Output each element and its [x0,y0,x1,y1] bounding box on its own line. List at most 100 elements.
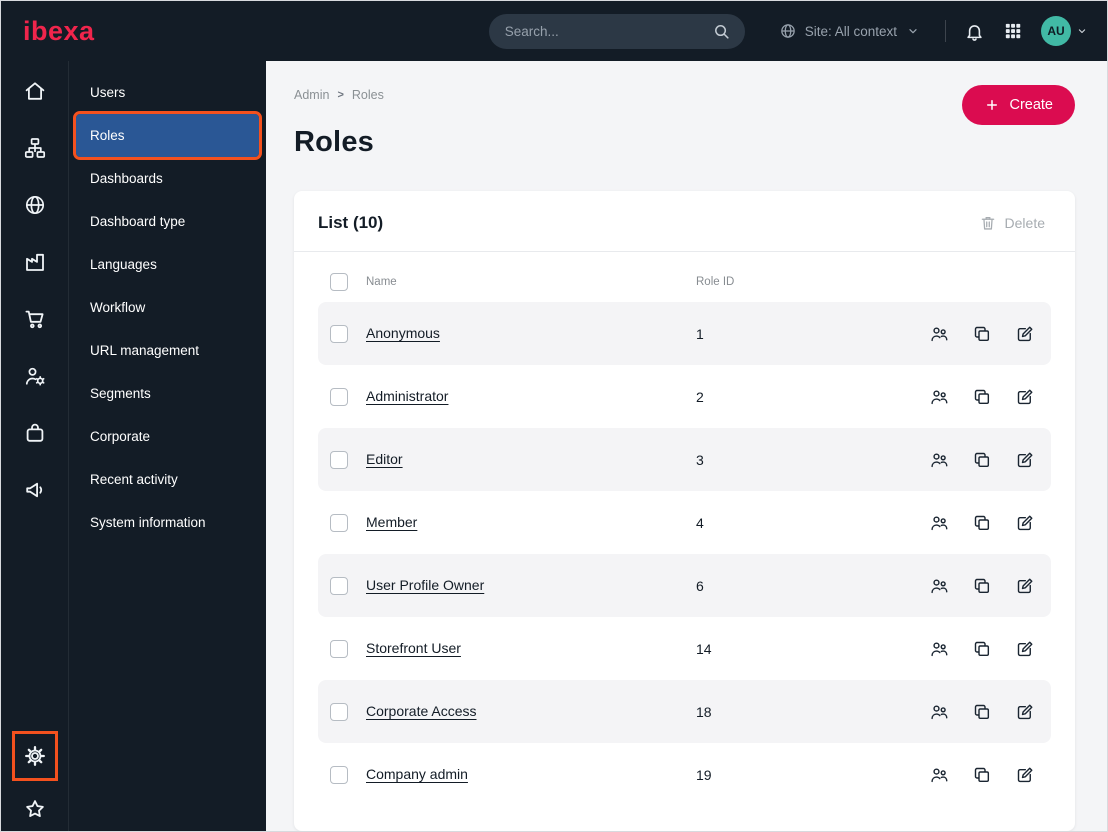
edit-button[interactable] [1015,765,1035,785]
breadcrumb-item-admin[interactable]: Admin [294,88,329,102]
page-header: Admin > Roles Roles Create [294,85,1075,159]
page-title: Roles [294,126,374,158]
nav-site-button[interactable] [23,193,47,217]
sidebar-item-system-information[interactable]: System information [76,501,259,544]
role-id-cell: 1 [696,325,704,342]
sidebar-item-corporate[interactable]: Corporate [76,415,259,458]
home-icon [23,79,47,103]
app-switcher-button[interactable] [1003,21,1023,41]
edit-button[interactable] [1015,324,1035,344]
table-row: Corporate Access 18 [318,680,1051,743]
nav-content-button[interactable] [23,136,47,160]
globe-icon [779,22,797,40]
breadcrumb-item-roles: Roles [351,88,384,102]
copy-button[interactable] [972,450,992,470]
role-name-link[interactable]: Corporate Access [366,703,477,719]
sidebar-item-languages[interactable]: Languages [76,243,259,286]
column-header-name: Name [366,276,397,288]
nav-product-catalog-button[interactable] [23,421,47,445]
role-name-link[interactable]: Anonymous [366,325,440,341]
copy-button[interactable] [972,765,992,785]
sidebar-item-users[interactable]: Users [76,71,259,114]
row-checkbox[interactable] [330,639,348,658]
create-button[interactable]: Create [962,85,1075,125]
sidebar-item-segments[interactable]: Segments [76,372,259,415]
ibexa-logo[interactable]: ibexa [23,17,95,45]
edit-button[interactable] [1015,450,1035,470]
role-name-link[interactable]: Administrator [366,388,448,404]
user-menu-button[interactable]: AU [1041,16,1089,46]
search-input[interactable] [502,22,704,40]
copy-button[interactable] [972,702,992,722]
edit-button[interactable] [1015,576,1035,596]
copy-icon [972,576,992,596]
assign-button[interactable] [929,576,949,596]
column-header-role-id: Role ID [696,276,735,288]
sidebar-item-workflow[interactable]: Workflow [76,286,259,329]
role-name-link[interactable]: User Profile Owner [366,577,484,593]
bookmarks-button[interactable] [23,797,47,821]
row-checkbox[interactable] [330,702,348,721]
sidebar-item-label: Users [90,85,126,100]
select-all-checkbox[interactable] [330,273,348,291]
copy-button[interactable] [972,387,992,407]
role-name-link[interactable]: Editor [366,451,403,467]
edit-icon [1015,324,1035,344]
row-checkbox[interactable] [330,324,348,343]
edit-button[interactable] [1015,513,1035,533]
copy-icon [972,765,992,785]
delete-button[interactable]: Delete [973,213,1051,233]
trash-icon [979,214,997,232]
avatar: AU [1041,16,1071,46]
row-checkbox[interactable] [330,513,348,532]
site-context-selector[interactable]: Site: All context [773,21,927,41]
assign-button[interactable] [929,639,949,659]
assign-button[interactable] [929,765,949,785]
assign-user-icon [929,702,949,722]
sidebar-item-roles[interactable]: Roles [73,111,262,160]
row-checkbox[interactable] [330,576,348,595]
copy-icon [972,513,992,533]
search-icon[interactable] [712,22,731,41]
admin-gear-person-icon [23,364,47,388]
assign-button[interactable] [929,450,949,470]
nav-dashboard-button[interactable] [23,79,47,103]
app-grid-icon [1003,21,1023,41]
gear-icon [23,743,47,769]
assign-user-icon [929,387,949,407]
edit-button[interactable] [1015,639,1035,659]
settings-button[interactable] [23,744,47,768]
sidebar-item-label: URL management [90,343,200,358]
notifications-button[interactable] [964,21,985,42]
role-name-link[interactable]: Storefront User [366,640,461,656]
nav-commerce-button[interactable] [23,307,47,331]
edit-button[interactable] [1015,387,1035,407]
edit-icon [1015,387,1035,407]
row-checkbox[interactable] [330,765,348,784]
sidebar-item-recent-activity[interactable]: Recent activity [76,458,259,501]
product-bag-icon [23,421,47,445]
nav-company-button[interactable] [23,250,47,274]
copy-button[interactable] [972,576,992,596]
nav-marketing-button[interactable] [23,478,47,502]
assign-button[interactable] [929,702,949,722]
role-name-link[interactable]: Member [366,514,417,530]
row-checkbox[interactable] [330,450,348,469]
plus-icon [984,97,1000,113]
sidebar-item-url-management[interactable]: URL management [76,329,259,372]
sidebar-item-dashboards[interactable]: Dashboards [76,157,259,200]
sidebar-item-label: Roles [90,128,125,143]
copy-button[interactable] [972,639,992,659]
assign-button[interactable] [929,513,949,533]
sidebar-item-dashboard-type[interactable]: Dashboard type [76,200,259,243]
copy-button[interactable] [972,513,992,533]
copy-button[interactable] [972,324,992,344]
edit-button[interactable] [1015,702,1035,722]
assign-button[interactable] [929,324,949,344]
assign-button[interactable] [929,387,949,407]
row-checkbox[interactable] [330,387,348,406]
table-row: Anonymous 1 [318,302,1051,365]
role-name-link[interactable]: Company admin [366,766,468,782]
nav-permissions-button[interactable] [23,364,47,388]
sidebar-item-label: System information [90,515,206,530]
